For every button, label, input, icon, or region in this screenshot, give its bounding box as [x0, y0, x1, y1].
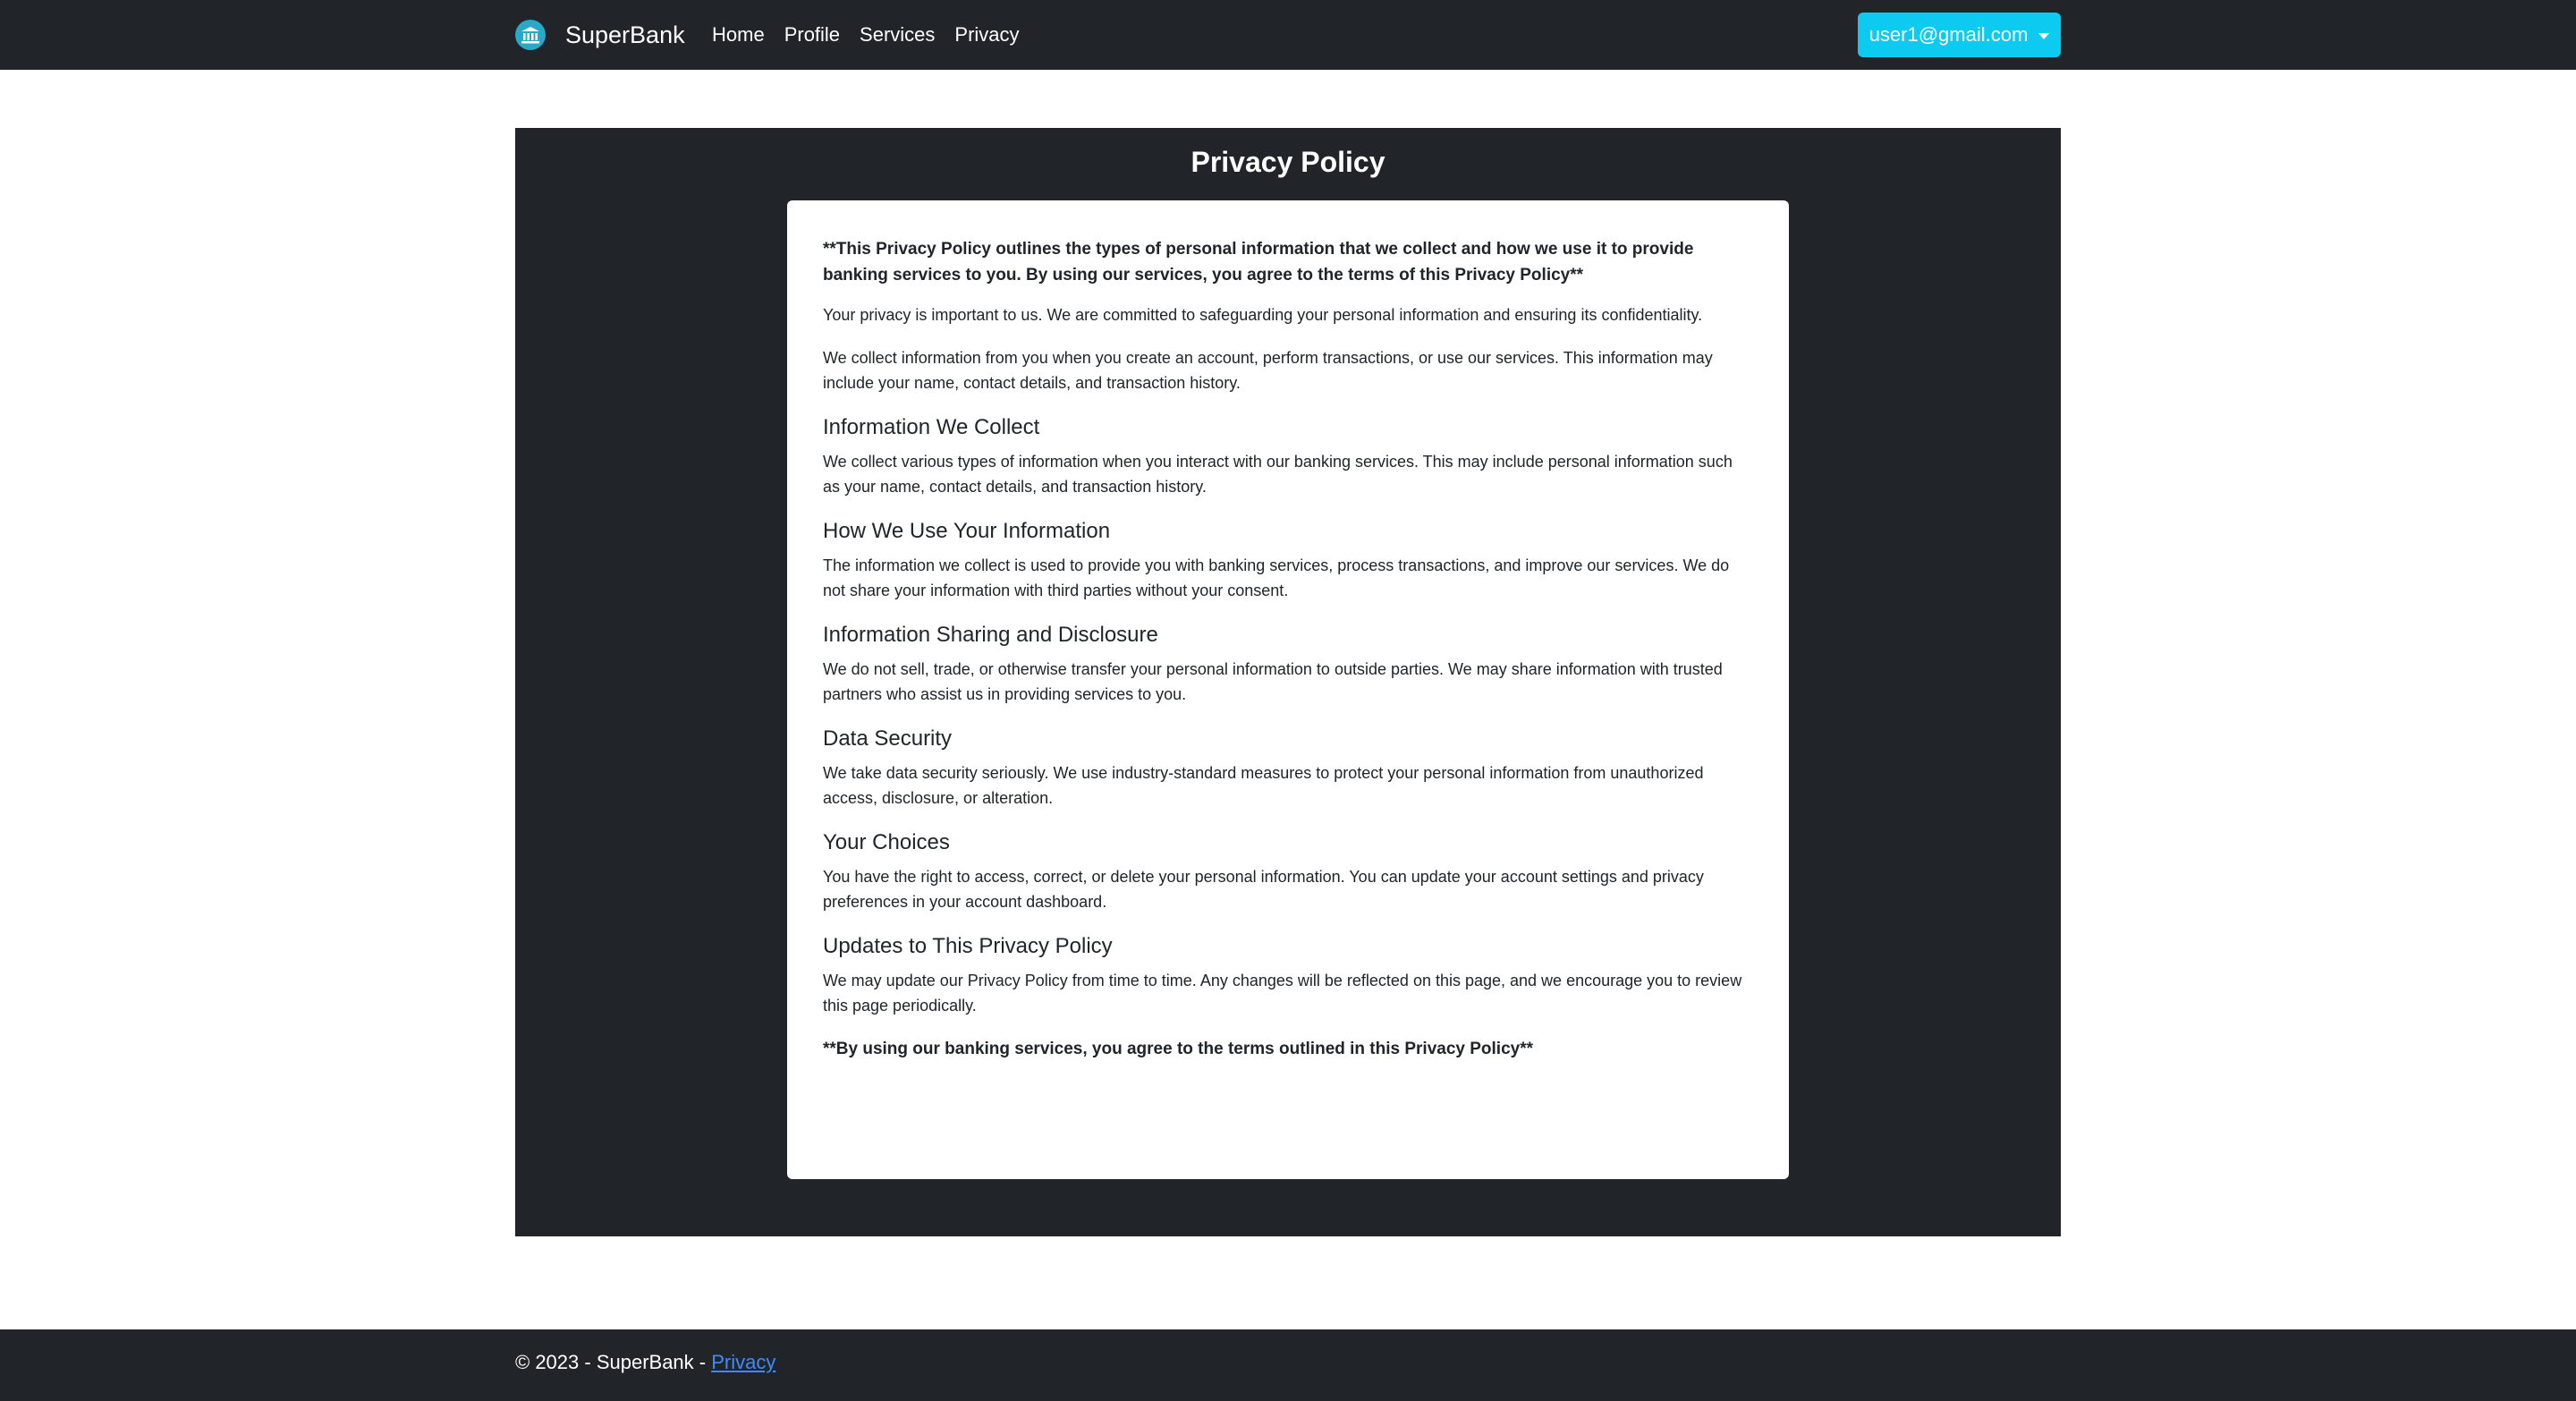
- section-heading-information-we-collect: Information We Collect: [823, 415, 1040, 439]
- section-text: We may update our Privacy Policy from ti…: [823, 972, 1742, 1015]
- section-heading-sharing-disclosure: Information Sharing and Disclosure: [823, 623, 1158, 647]
- footer-text: © 2023 - SuperBank - Privacy: [515, 1351, 775, 1374]
- intro-paragraph: We collect information from you when you…: [823, 349, 1713, 392]
- section-text: We collect various types of information …: [823, 453, 1733, 496]
- section-heading-your-choices: Your Choices: [823, 830, 950, 854]
- user-menu-button[interactable]: user1@gmail.com: [1858, 13, 2061, 57]
- closing-statement: **By using our banking services, you agr…: [823, 1040, 1534, 1058]
- section-text: The information we collect is used to pr…: [823, 556, 1730, 599]
- section-text: We take data security seriously. We use …: [823, 764, 1704, 807]
- top-navbar: SuperBank Home Profile Services Privacy …: [0, 0, 2576, 70]
- user-email: user1@gmail.com: [1868, 23, 2029, 46]
- section-text: You have the right to access, correct, o…: [823, 868, 1704, 911]
- section-heading-how-we-use: How We Use Your Information: [823, 519, 1111, 543]
- chevron-down-icon: [2038, 32, 2050, 39]
- page-title: Privacy Policy: [1191, 146, 1385, 178]
- nav-link-services[interactable]: Services: [860, 23, 935, 47]
- privacy-card: **This Privacy Policy outlines the types…: [787, 200, 1789, 1179]
- section-heading-data-security: Data Security: [823, 726, 953, 751]
- section-text: We do not sell, trade, or otherwise tran…: [823, 660, 1723, 703]
- nav-link-home[interactable]: Home: [712, 23, 765, 47]
- intro-statement: **This Privacy Policy outlines the types…: [823, 240, 1694, 284]
- brand-name: SuperBank: [565, 21, 685, 48]
- copyright-text: © 2023 - SuperBank -: [515, 1351, 712, 1373]
- brand[interactable]: SuperBank: [515, 18, 685, 52]
- footer: © 2023 - SuperBank - Privacy: [0, 1329, 2576, 1401]
- nav-links: Home Profile Services Privacy: [712, 18, 1039, 52]
- main-container: Privacy Policy **This Privacy Policy out…: [515, 128, 2061, 1236]
- nav-link-profile[interactable]: Profile: [784, 23, 840, 47]
- nav-link-privacy[interactable]: Privacy: [954, 23, 1019, 47]
- intro-paragraph: Your privacy is important to us. We are …: [823, 306, 1703, 324]
- section-heading-updates: Updates to This Privacy Policy: [823, 934, 1113, 958]
- footer-privacy-link[interactable]: Privacy: [711, 1351, 775, 1373]
- bank-icon: [515, 20, 546, 50]
